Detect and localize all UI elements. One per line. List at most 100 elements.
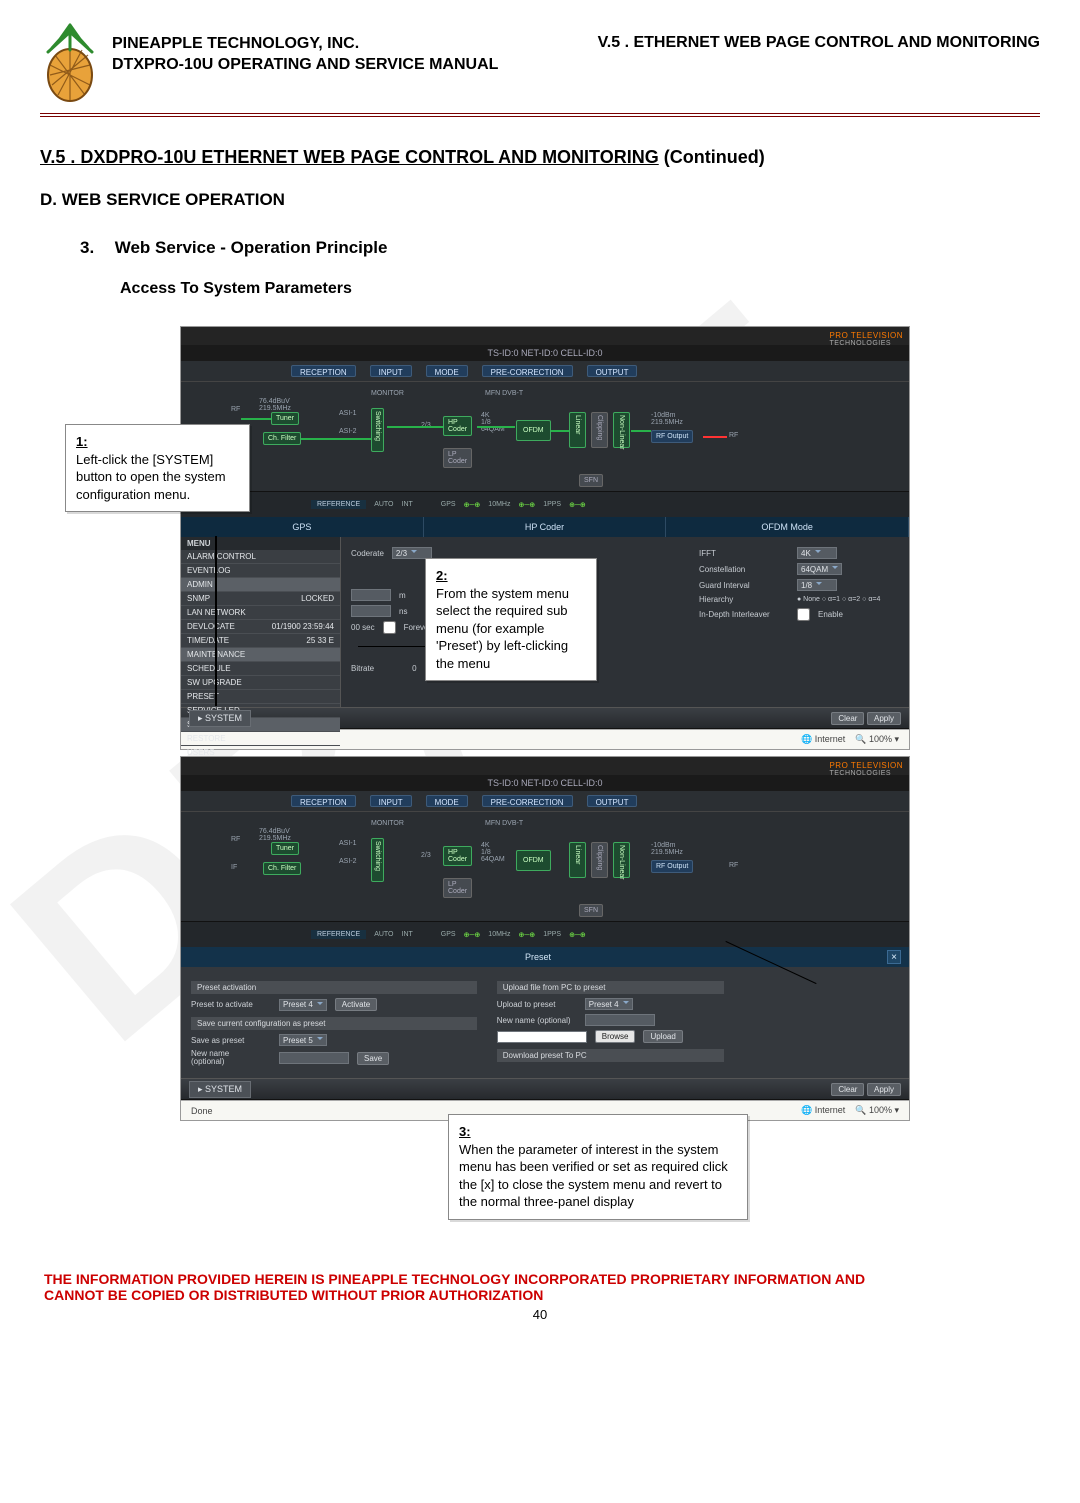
- nonlinear-block[interactable]: Non-Linear: [613, 412, 630, 448]
- hpcoder-block-2[interactable]: HPCoder: [443, 846, 472, 866]
- apply-button[interactable]: Apply: [867, 712, 901, 725]
- menu-restore[interactable]: RESTORE: [181, 732, 340, 746]
- browse-button[interactable]: Browse: [595, 1030, 636, 1043]
- hdr-hpcoder[interactable]: HP Coder: [424, 517, 667, 537]
- preset-title-bar: Preset ×: [181, 947, 909, 967]
- system-button-2[interactable]: ▸ SYSTEM: [189, 1081, 251, 1098]
- rf-info: 76.4dBuV219.5MHz: [259, 398, 291, 412]
- menu-devlocate[interactable]: DEVLOCATE01/1900 23:59:44: [181, 620, 340, 634]
- clipping-block: Clipping: [591, 412, 608, 448]
- clear-button[interactable]: Clear: [831, 712, 864, 725]
- linear-block[interactable]: Linear: [569, 412, 586, 448]
- menu-eventlog[interactable]: EVENTLOG: [181, 564, 340, 578]
- menu-timedate[interactable]: TIME/DATE25 33 E: [181, 634, 340, 648]
- ref-auto: AUTO: [374, 501, 393, 508]
- tuner-block[interactable]: Tuner: [271, 412, 299, 425]
- menu-maintenance[interactable]: MAINTENANCE: [181, 648, 340, 662]
- subsection-3: 3. Web Service - Operation Principle: [80, 238, 1040, 258]
- preset-upload-header: Upload file from PC to preset: [497, 981, 725, 994]
- upload-button[interactable]: Upload: [643, 1030, 682, 1043]
- ofdm-block-2[interactable]: OFDM: [516, 850, 551, 871]
- menu-preset[interactable]: PRESET: [181, 690, 340, 704]
- callout-1-leader: [215, 536, 217, 706]
- rf-right-label: RF: [729, 432, 738, 439]
- indepth-checkbox[interactable]: [797, 608, 810, 621]
- tab-input-2[interactable]: INPUT: [370, 795, 412, 807]
- save-button[interactable]: Save: [357, 1052, 389, 1065]
- hpcoder-block[interactable]: HPCoder: [443, 416, 472, 436]
- tuner-block-2[interactable]: Tuner: [271, 842, 299, 855]
- menu-schedule[interactable]: SCHEDULE: [181, 662, 340, 676]
- hierarchy-radios[interactable]: ● None ○ α=1 ○ α=2 ○ α=4: [797, 596, 880, 603]
- apply-button-2[interactable]: Apply: [867, 1083, 901, 1096]
- preset-upload-select[interactable]: Preset 4: [585, 998, 633, 1010]
- constellation-select[interactable]: 64QAM: [797, 563, 842, 575]
- ref-gps: GPS: [441, 501, 456, 508]
- section-title: V.5 . DXDPRO-10U ETHERNET WEB PAGE CONTR…: [40, 147, 1040, 168]
- callout-3: 3: When the parameter of interest in the…: [448, 1114, 748, 1220]
- tab-precorrection[interactable]: PRE-CORRECTION: [482, 365, 573, 377]
- tab-output-2[interactable]: OUTPUT: [587, 795, 638, 807]
- preset-close-button[interactable]: ×: [887, 950, 901, 964]
- ofdm-block[interactable]: OFDM: [516, 420, 551, 441]
- ie-zoom-2[interactable]: 100%: [869, 1105, 892, 1115]
- guard-select[interactable]: 1/8: [797, 579, 837, 591]
- callout-2-leader: [358, 646, 426, 647]
- preset-save-select[interactable]: Preset 5: [279, 1034, 327, 1046]
- hdr-gps[interactable]: GPS: [181, 517, 424, 537]
- m-field[interactable]: [351, 589, 391, 601]
- globe-icon: 🌐: [801, 734, 812, 744]
- pineapple-logo-icon: [40, 20, 100, 105]
- switching-block-2[interactable]: Switching: [371, 838, 384, 882]
- hdr-ofdm[interactable]: OFDM Mode: [666, 517, 909, 537]
- globe-icon-2: 🌐: [801, 1105, 812, 1115]
- ns-field[interactable]: [351, 605, 391, 617]
- menu-swupgrade[interactable]: SW UPGRADE: [181, 676, 340, 690]
- preset-upname-input[interactable]: [585, 1014, 655, 1026]
- proprietary-footer: THE INFORMATION PROVIDED HEREIN IS PINEA…: [40, 1271, 1040, 1303]
- tab-output[interactable]: OUTPUT: [587, 365, 638, 377]
- ref-int: INT: [402, 501, 413, 508]
- preset-title: Preset: [525, 952, 551, 962]
- screenshot-2: PRO TELEVISIONTECHNOLOGIES TS-ID:0 NET-I…: [180, 756, 910, 1121]
- preset-newname-input[interactable]: [279, 1052, 349, 1064]
- ref-1pps: 1PPS: [543, 501, 561, 508]
- tab-input[interactable]: INPUT: [370, 365, 412, 377]
- system-button[interactable]: ▸ SYSTEM: [189, 710, 251, 727]
- menu-lan[interactable]: LAN NETWORK: [181, 606, 340, 620]
- switching-block[interactable]: Switching: [371, 408, 384, 452]
- tab-precorrection-2[interactable]: PRE-CORRECTION: [482, 795, 573, 807]
- chfilter-block[interactable]: Ch. Filter: [263, 432, 301, 445]
- chfilter-block-2[interactable]: Ch. Filter: [263, 862, 301, 875]
- asi1-label: ASI-1: [339, 410, 357, 417]
- menu-snmp[interactable]: SNMPLOCKED: [181, 592, 340, 606]
- tab-mode-2[interactable]: MODE: [426, 795, 468, 807]
- tab-mode[interactable]: MODE: [426, 365, 468, 377]
- menu-alarm-control[interactable]: ALARM CONTROL: [181, 550, 340, 564]
- rf-label: RF: [231, 406, 240, 413]
- forever-checkbox[interactable]: [383, 621, 396, 634]
- tab-reception-2[interactable]: RECEPTION: [291, 795, 356, 807]
- callout-1-num: 1:: [76, 433, 239, 451]
- rfout-block-2[interactable]: RF Output: [651, 860, 693, 873]
- mode-info-label: 4K1/864QAM: [481, 412, 505, 433]
- company-name: PINEAPPLE TECHNOLOGY, INC.: [112, 34, 498, 55]
- tab-reception[interactable]: RECEPTION: [291, 365, 356, 377]
- preset-file-input[interactable]: [497, 1031, 587, 1043]
- rfout-block[interactable]: RF Output: [651, 430, 693, 443]
- mfn-label: MFN DVB-T: [485, 390, 523, 397]
- menu-title: MENU: [181, 537, 340, 550]
- preset-activate-select[interactable]: Preset 4: [279, 999, 327, 1011]
- menu-admin[interactable]: ADMIN: [181, 578, 340, 592]
- linear-block-2[interactable]: Linear: [569, 842, 586, 878]
- monitor-label: MONITOR: [371, 390, 404, 397]
- lpcoder-block: LPCoder: [443, 448, 472, 468]
- callout-2-num: 2:: [436, 567, 586, 585]
- brand-logo-2: PRO TELEVISIONTECHNOLOGIES: [829, 761, 903, 777]
- ifft-select[interactable]: 4K: [797, 547, 837, 559]
- activate-button[interactable]: Activate: [335, 998, 377, 1011]
- ie-zoom[interactable]: 100%: [869, 734, 892, 744]
- screenshot-1: PRO TELEVISIONTECHNOLOGIES TS-ID:0 NET-I…: [180, 326, 910, 750]
- nonlinear-block-2[interactable]: Non-Linear: [613, 842, 630, 878]
- clear-button-2[interactable]: Clear: [831, 1083, 864, 1096]
